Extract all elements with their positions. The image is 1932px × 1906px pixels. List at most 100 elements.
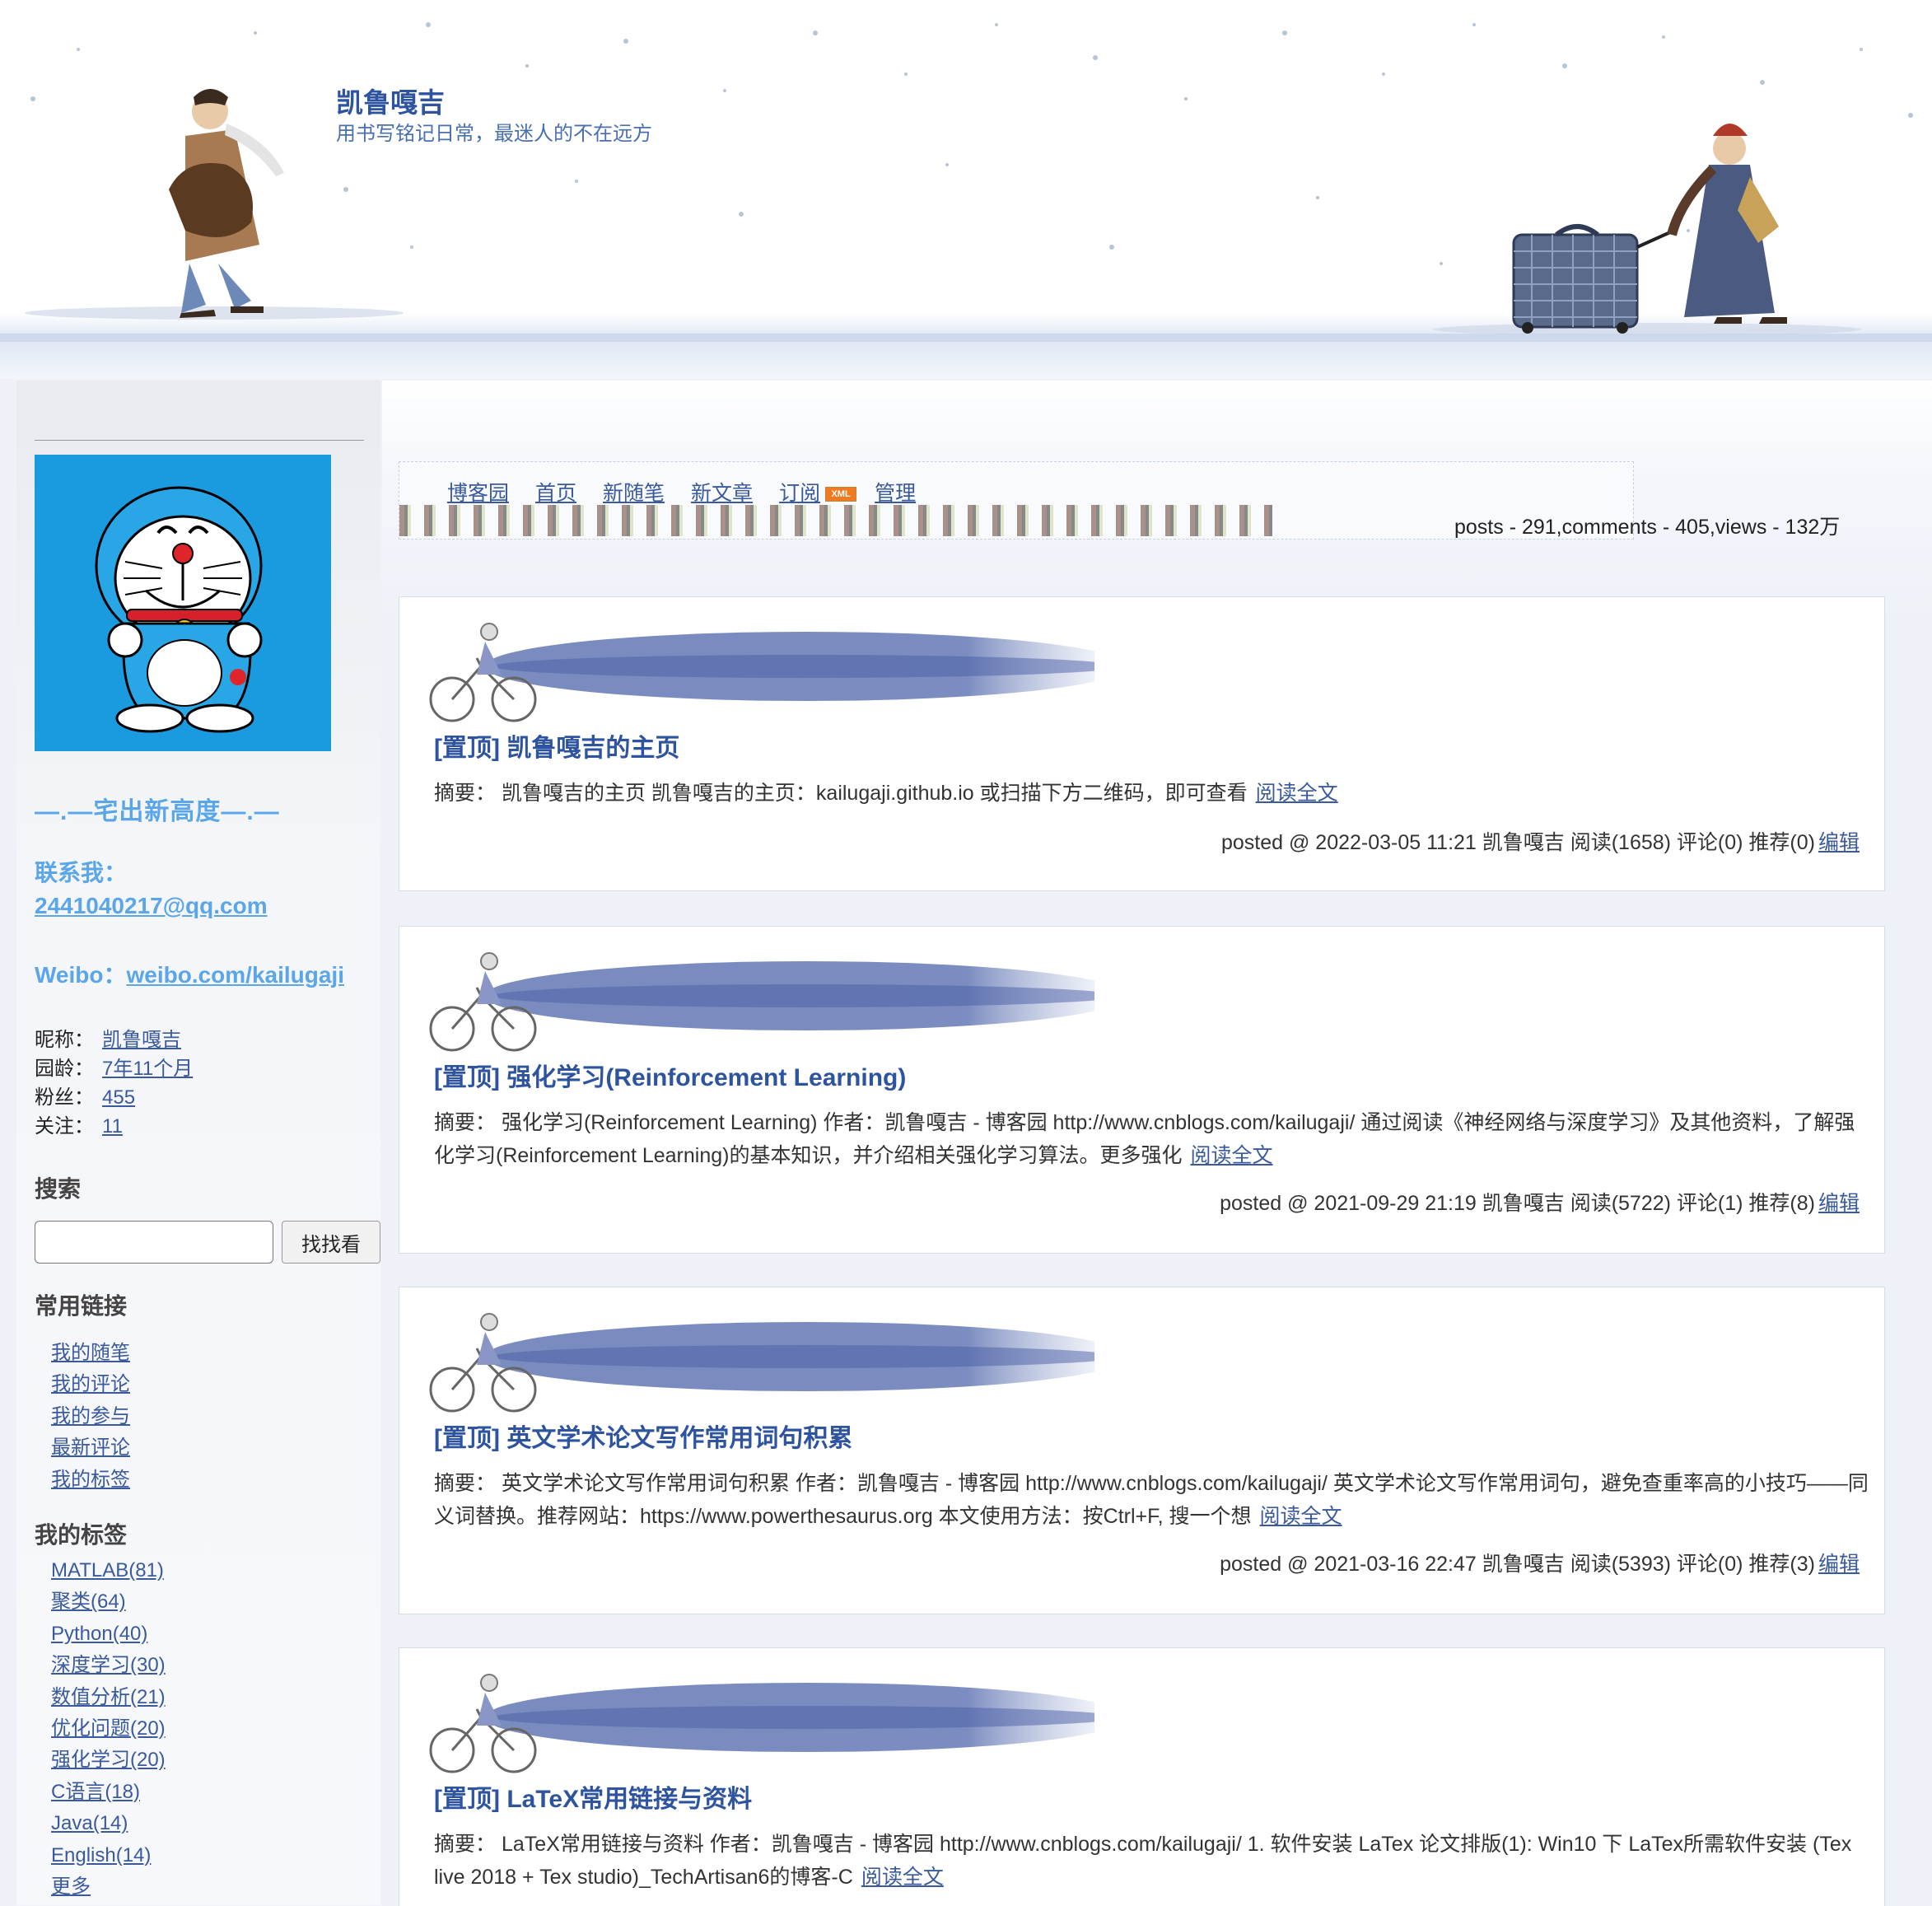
list-item: 深度学习(30) <box>51 1650 166 1681</box>
tag-link-java[interactable]: Java(14) <box>51 1812 128 1834</box>
nickname-link[interactable]: 凯鲁嘎吉 <box>102 1029 181 1051</box>
post-meta-text: posted @ 2022-03-05 11:21 凯鲁嘎吉 阅读(1658) … <box>1220 831 1815 854</box>
list-item: 我的标签 <box>51 1465 130 1496</box>
nav-home-link[interactable]: 首页 <box>535 482 576 505</box>
post-card-1: [置顶] 凯鲁嘎吉的主页 摘要： 凯鲁嘎吉的主页 凯鲁嘎吉的主页：kailuga… <box>399 596 1885 891</box>
sidebar: —.—宅出新高度—.— 联系我： 2441040217@qq.com Weibo… <box>16 381 380 1905</box>
traveler-woman-illustration <box>1433 124 1861 336</box>
list-item: MATLAB(81) <box>51 1555 166 1586</box>
read-more-link[interactable]: 阅读全文 <box>1260 1505 1342 1528</box>
read-more-link[interactable]: 阅读全文 <box>1190 1144 1272 1167</box>
list-item: 我的参与 <box>51 1401 130 1432</box>
nav-decorative-strip <box>399 505 1272 536</box>
list-item: Python(40) <box>51 1619 166 1650</box>
contact-email-link[interactable]: 2441040217@qq.com <box>35 893 268 919</box>
tags-more-link[interactable]: 更多 <box>51 1876 91 1898</box>
post-meta-text: posted @ 2021-09-29 21:19 凯鲁嘎吉 阅读(5722) … <box>1220 1192 1815 1215</box>
doraemon-avatar-image <box>95 486 263 733</box>
nav-new-article-link[interactable]: 新文章 <box>691 482 753 505</box>
tag-link-clustering[interactable]: 聚类(64) <box>51 1591 126 1613</box>
nav-subscribe-link[interactable]: 订阅 <box>779 482 820 505</box>
age-link[interactable]: 7年11个月 <box>102 1058 193 1080</box>
my-posts-link[interactable]: 我的随笔 <box>51 1342 130 1364</box>
profile-followers-row: 粉丝： 455 <box>35 1081 135 1109</box>
my-tags-link[interactable]: 我的标签 <box>51 1469 130 1491</box>
post-card-2: [置顶] 强化学习(Reinforcement Learning) 摘要： 强化… <box>399 926 1885 1254</box>
post-title-link[interactable]: [置顶] 英文学术论文写作常用词句积累 <box>434 1418 852 1454</box>
tag-link-c-language[interactable]: C语言(18) <box>51 1781 140 1803</box>
search-button[interactable]: 找找看 <box>282 1221 380 1264</box>
search-heading: 搜索 <box>35 1176 82 1202</box>
profile-age-row: 园龄： 7年11个月 <box>35 1052 193 1081</box>
sidebar-divider <box>35 440 364 441</box>
post-banner-image <box>429 1312 1094 1413</box>
post-summary: 摘要： 英文学术论文写作常用词句积累 作者：凯鲁嘎吉 - 博客园 http://… <box>434 1467 1875 1533</box>
profile-following-row: 关注： 11 <box>35 1109 123 1138</box>
edit-link[interactable]: 编辑 <box>1818 831 1860 854</box>
post-banner-image <box>429 622 1094 722</box>
list-item: 聚类(64) <box>51 1586 166 1618</box>
followers-link[interactable]: 455 <box>102 1086 135 1109</box>
tag-link-matlab[interactable]: MATLAB(81) <box>51 1559 164 1581</box>
rss-xml-icon[interactable]: XML <box>825 487 857 502</box>
list-item: 我的随笔 <box>51 1338 130 1369</box>
summary-text: 强化学习(Reinforcement Learning) 作者：凯鲁嘎吉 - 博… <box>434 1111 1855 1167</box>
common-links-list: 我的随笔 我的评论 我的参与 最新评论 我的标签 <box>51 1338 130 1496</box>
blog-header: 凯鲁嘎吉 用书写铭记日常，最迷人的不在远方 <box>0 0 1932 379</box>
contact-label: 联系我： <box>35 860 128 885</box>
post-summary: 摘要： 凯鲁嘎吉的主页 凯鲁嘎吉的主页：kailugaji.github.io … <box>434 777 1875 810</box>
tag-link-deep-learning[interactable]: 深度学习(30) <box>51 1654 166 1676</box>
post-title-link[interactable]: [置顶] LaTeX常用链接与资料 <box>434 1778 752 1815</box>
nav-new-post-link[interactable]: 新随笔 <box>603 482 665 505</box>
summary-text: LaTeX常用链接与资料 作者：凯鲁嘎吉 - 博客园 http://www.cn… <box>434 1833 1852 1889</box>
tag-link-python[interactable]: Python(40) <box>51 1623 147 1645</box>
common-links-heading: 常用链接 <box>35 1293 128 1319</box>
list-item: 优化问题(20) <box>51 1713 166 1745</box>
followers-label: 粉丝： <box>35 1086 94 1109</box>
blog-stats: posts - 291,comments - 405,views - 132万 <box>1454 516 1841 539</box>
tags-heading: 我的标签 <box>35 1522 128 1548</box>
tags-list: MATLAB(81) 聚类(64) Python(40) 深度学习(30) 数值… <box>51 1555 166 1903</box>
nav-links: 博客园 首页 新随笔 新文章 订阅 XML 管理 <box>447 477 942 507</box>
post-title-link[interactable]: [置顶] 强化学习(Reinforcement Learning) <box>434 1057 906 1093</box>
following-link[interactable]: 11 <box>102 1115 123 1138</box>
tag-link-numerical-analysis[interactable]: 数值分析(21) <box>51 1686 166 1708</box>
nickname-label: 昵称： <box>35 1029 94 1051</box>
tag-link-reinforcement-learning[interactable]: 强化学习(20) <box>51 1749 166 1771</box>
nav-cnblogs-link[interactable]: 博客园 <box>447 482 509 505</box>
post-meta: posted @ 2021-03-16 22:47 凯鲁嘎吉 阅读(5393) … <box>1220 1548 1860 1577</box>
edit-link[interactable]: 编辑 <box>1818 1553 1860 1576</box>
list-item: 强化学习(20) <box>51 1745 166 1776</box>
post-title-link[interactable]: [置顶] 凯鲁嘎吉的主页 <box>434 727 679 764</box>
tag-link-optimization[interactable]: 优化问题(20) <box>51 1717 166 1740</box>
following-label: 关注： <box>35 1115 94 1138</box>
summary-label: 摘要： <box>434 1111 497 1134</box>
edit-link[interactable]: 编辑 <box>1818 1192 1860 1215</box>
tag-link-english[interactable]: English(14) <box>51 1844 151 1866</box>
summary-label: 摘要： <box>434 1833 497 1856</box>
avatar <box>35 455 331 751</box>
list-item: Java(14) <box>51 1808 166 1839</box>
blog-title-link[interactable]: 凯鲁嘎吉 <box>336 81 445 120</box>
list-item: 更多 <box>51 1871 166 1903</box>
post-banner-image <box>429 1673 1094 1773</box>
search-input[interactable] <box>35 1221 273 1264</box>
post-meta: posted @ 2021-09-29 21:19 凯鲁嘎吉 阅读(5722) … <box>1220 1187 1860 1217</box>
post-meta-text: posted @ 2021-03-16 22:47 凯鲁嘎吉 阅读(5393) … <box>1220 1553 1815 1576</box>
weibo-link[interactable]: weibo.com/kailugaji <box>126 962 344 988</box>
summary-text: 凯鲁嘎吉的主页 凯鲁嘎吉的主页：kailugaji.github.io 或扫描下… <box>501 782 1248 805</box>
blog-subtitle: 用书写铭记日常，最迷人的不在远方 <box>336 123 652 145</box>
profile-nickname-row: 昵称： 凯鲁嘎吉 <box>35 1023 181 1052</box>
read-more-link[interactable]: 阅读全文 <box>1256 782 1338 805</box>
read-more-link[interactable]: 阅读全文 <box>861 1866 944 1889</box>
weibo-label: Weibo： <box>35 962 127 988</box>
latest-comments-link[interactable]: 最新评论 <box>51 1437 130 1459</box>
weibo-line: Weibo：weibo.com/kailugaji <box>35 957 344 990</box>
nav-admin-link[interactable]: 管理 <box>875 482 916 505</box>
my-comments-link[interactable]: 我的评论 <box>51 1373 130 1395</box>
my-participation-link[interactable]: 我的参与 <box>51 1405 130 1427</box>
summary-label: 摘要： <box>434 1472 497 1495</box>
list-item: 数值分析(21) <box>51 1682 166 1713</box>
post-card-4: [置顶] LaTeX常用链接与资料 摘要： LaTeX常用链接与资料 作者：凯鲁… <box>399 1647 1885 1906</box>
list-item: 我的评论 <box>51 1369 130 1400</box>
